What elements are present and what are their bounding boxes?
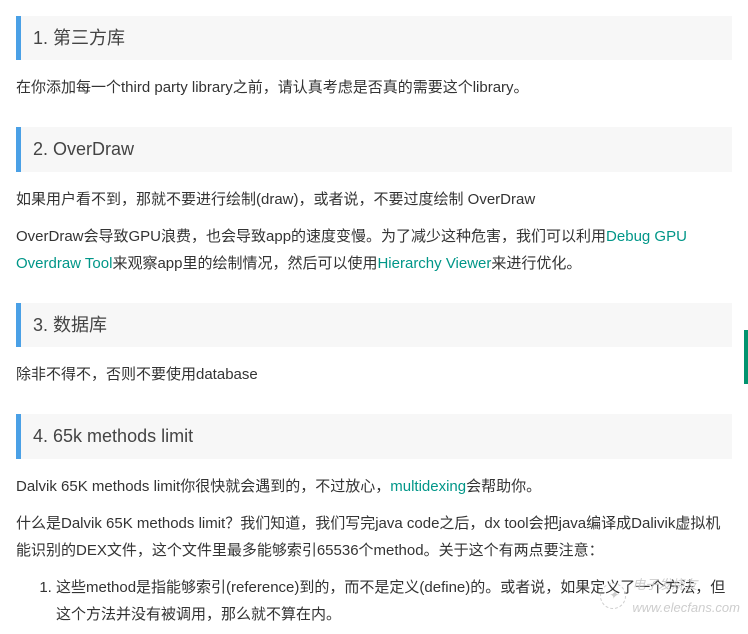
- heading-num: 4.: [33, 426, 48, 446]
- heading-num: 3.: [33, 315, 48, 335]
- para-third-party: 在你添加每一个third party library之前，请认真考虑是否真的需要…: [0, 74, 748, 111]
- text: OverDraw会导致GPU浪费，也会导致app的速度变慢。为了减少这种危害，我…: [16, 228, 606, 245]
- heading-num: 2.: [33, 139, 48, 159]
- link-multidexing[interactable]: multidexing: [390, 478, 466, 495]
- text: 如果用户看不到，那就不要进行绘制(draw)，或者说，不要过度绘制 OverDr…: [16, 191, 535, 208]
- heading-num: 1.: [33, 28, 48, 48]
- heading-title: 第三方库: [53, 28, 125, 48]
- right-accent-bar: [744, 330, 748, 384]
- heading-65k-methods: 4. 65k methods limit: [16, 414, 732, 458]
- heading-title: OverDraw: [53, 139, 134, 159]
- para-overdraw-2: OverDraw会导致GPU浪费，也会导致app的速度变慢。为了减少这种危害，我…: [0, 223, 748, 287]
- text: 来进行优化。: [491, 255, 581, 272]
- heading-third-party-lib: 1. 第三方库: [16, 16, 732, 60]
- para-65k-1: Dalvik 65K methods limit你很快就会遇到的，不过放心，mu…: [0, 473, 748, 510]
- text: 来观察app里的绘制情况，然后可以使用: [112, 255, 377, 272]
- para-65k-2: 什么是Dalvik 65K methods limit？我们知道，我们写完jav…: [0, 510, 748, 574]
- text: 在你添加每一个third party library之前，请认真考虑是否真的需要…: [16, 79, 529, 96]
- watermark-text: 电子发烧友: [632, 577, 697, 592]
- heading-title: 65k methods limit: [53, 426, 193, 446]
- para-database: 除非不得不，否则不要使用database: [0, 361, 748, 398]
- heading-title: 数据库: [53, 315, 107, 335]
- para-overdraw-1: 如果用户看不到，那就不要进行绘制(draw)，或者说，不要过度绘制 OverDr…: [0, 186, 748, 223]
- text: 什么是Dalvik 65K methods limit？我们知道，我们写完jav…: [16, 515, 720, 559]
- heading-database: 3. 数据库: [16, 303, 732, 347]
- watermark: ✦ 电子发烧友 www.elecfans.com: [600, 573, 740, 620]
- text: Dalvik 65K methods limit你很快就会遇到的，不过放心，: [16, 478, 390, 495]
- text: 会帮助你。: [466, 478, 541, 495]
- watermark-icon: ✦: [600, 583, 626, 609]
- watermark-url: www.elecfans.com: [632, 600, 740, 615]
- text: 除非不得不，否则不要使用database: [16, 366, 258, 383]
- heading-overdraw: 2. OverDraw: [16, 127, 732, 171]
- link-hierarchy-viewer[interactable]: Hierarchy Viewer: [377, 255, 491, 272]
